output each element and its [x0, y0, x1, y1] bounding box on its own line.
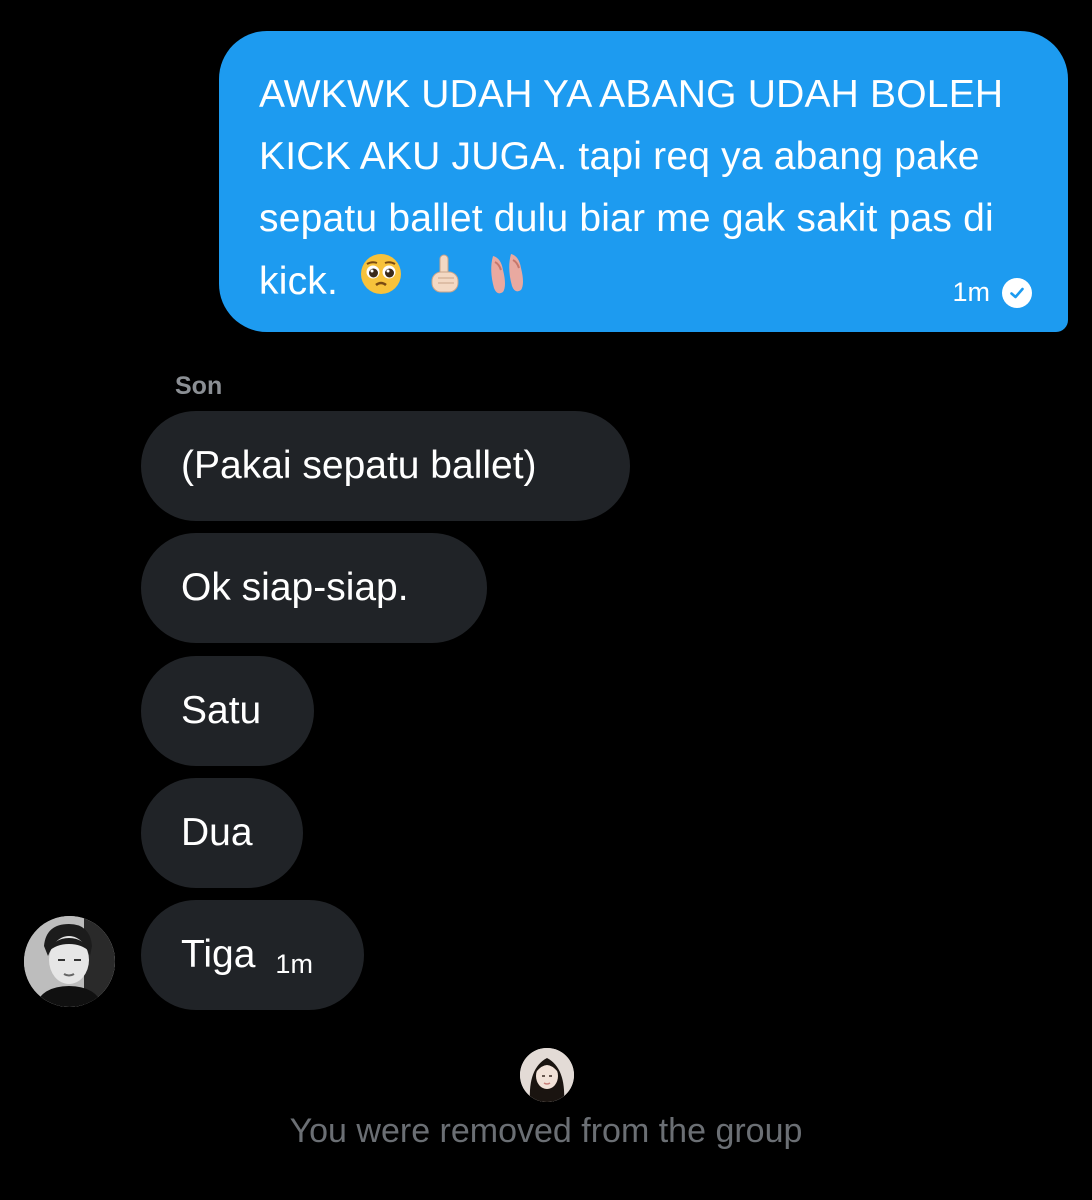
received-message-bubble[interactable]: (Pakai sepatu ballet)	[141, 411, 630, 521]
user-avatar[interactable]	[520, 1048, 574, 1102]
sent-message-bubble[interactable]: AWKWK UDAH YA ABANG UDAH BOLEH KICK AKU …	[219, 31, 1068, 332]
ballet-shoes-emoji-icon	[485, 250, 531, 317]
sent-message-meta: 1m	[952, 277, 1032, 308]
sent-message-body: AWKWK UDAH YA ABANG UDAH BOLEH KICK AKU …	[259, 64, 1039, 317]
received-message-text: Dua	[181, 811, 253, 854]
received-message-text: Ok siap-siap.	[181, 566, 409, 609]
received-message-text: Satu	[181, 689, 262, 732]
sender-name: Son	[175, 372, 223, 400]
received-message-bubble[interactable]: Ok siap-siap.	[141, 533, 487, 643]
received-message-bubble[interactable]: Dua	[141, 778, 303, 888]
received-message-time: 1m	[275, 948, 313, 979]
sent-message-time: 1m	[952, 277, 990, 307]
index-pointing-up-emoji-icon	[424, 252, 464, 315]
received-message-text: (Pakai sepatu ballet)	[181, 444, 537, 487]
system-message: You were removed from the group	[289, 1112, 803, 1150]
received-message-bubble[interactable]: Satu	[141, 656, 314, 766]
sender-avatar[interactable]	[24, 916, 115, 1007]
pleading-face-emoji-icon	[359, 252, 403, 315]
check-circle-icon	[1002, 277, 1032, 308]
received-message-text: Tiga	[181, 933, 256, 976]
received-message-bubble[interactable]: Tiga 1m	[141, 900, 364, 1010]
